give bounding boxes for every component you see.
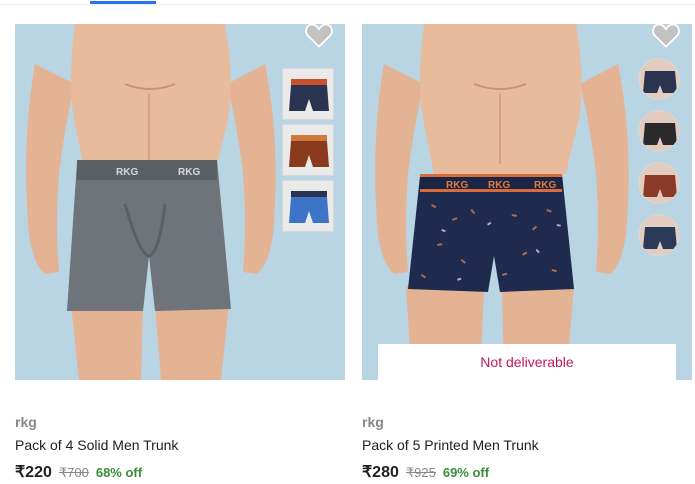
selling-price: ₹220 <box>15 464 52 481</box>
color-variant-thumbnails <box>638 58 680 256</box>
variant-thumbnail-black[interactable] <box>638 110 680 152</box>
active-tab-indicator <box>90 1 156 4</box>
variant-thumbnail-slate[interactable] <box>638 214 680 256</box>
variant-thumbnail-navy[interactable] <box>638 58 680 100</box>
product-title[interactable]: Pack of 4 Solid Men Trunk <box>15 437 345 453</box>
svg-text:RKG: RKG <box>488 180 510 191</box>
waistband-logo: RKG <box>446 180 468 191</box>
price-row: ₹220 ₹700 68% off <box>15 462 345 482</box>
wishlist-heart-icon[interactable] <box>305 24 333 48</box>
waistband-logo: RKG <box>116 167 138 178</box>
product-brand: rkg <box>15 414 37 430</box>
product-brand: rkg <box>362 414 384 430</box>
product-image[interactable]: RKG RKG RKG Not deliverable <box>362 24 692 380</box>
original-price: ₹700 <box>58 465 89 480</box>
svg-text:RKG: RKG <box>178 167 200 178</box>
svg-text:RKG: RKG <box>534 180 556 191</box>
header-divider <box>0 4 695 5</box>
selling-price: ₹280 <box>362 464 399 481</box>
color-variant-thumbnails <box>282 68 334 232</box>
discount-percent: 69% off <box>442 465 490 480</box>
product-card[interactable]: RKG RKG rkg Pack of 4 Solid Men Trunk ₹2… <box>15 24 345 482</box>
product-card[interactable]: RKG RKG RKG Not deliverable rkg Pack of … <box>362 24 692 482</box>
original-price: ₹925 <box>405 465 436 480</box>
variant-thumbnail-rust[interactable] <box>638 162 680 204</box>
variant-thumbnail-navy[interactable] <box>282 68 334 120</box>
variant-thumbnail-blue[interactable] <box>282 180 334 232</box>
product-title[interactable]: Pack of 5 Printed Men Trunk <box>362 437 692 453</box>
wishlist-heart-icon[interactable] <box>652 24 680 48</box>
product-image[interactable]: RKG RKG <box>15 24 345 380</box>
delivery-status-badge: Not deliverable <box>378 344 676 380</box>
price-row: ₹280 ₹925 69% off <box>362 462 692 482</box>
variant-thumbnail-rust[interactable] <box>282 124 334 176</box>
product-listing-page: RKG RKG rkg Pack of 4 Solid Men Trunk ₹2… <box>0 0 695 484</box>
discount-percent: 68% off <box>95 465 143 480</box>
